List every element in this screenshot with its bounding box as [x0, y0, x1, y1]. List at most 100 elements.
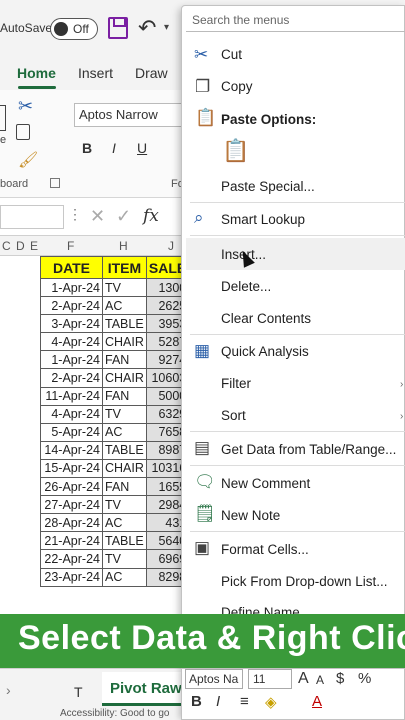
- table-cell[interactable]: 11-Apr-24: [40, 386, 103, 406]
- menu-item-cut[interactable]: Cut: [221, 47, 242, 62]
- insert-function-button[interactable]: fx: [143, 206, 159, 226]
- table-cell[interactable]: TABLE: [102, 440, 147, 460]
- save-icon[interactable]: [108, 17, 128, 39]
- table-cell[interactable]: FAN: [102, 350, 147, 370]
- menu-item-quick-analysis[interactable]: Quick Analysis: [221, 344, 309, 359]
- table-cell[interactable]: 4-Apr-24: [40, 332, 103, 352]
- tab-draw[interactable]: Draw: [135, 65, 168, 81]
- menu-item-format-cells[interactable]: Format Cells...: [221, 542, 309, 557]
- table-cell[interactable]: AC: [102, 567, 147, 587]
- table-cell[interactable]: TV: [102, 549, 147, 569]
- decrease-font-button[interactable]: A: [316, 673, 324, 687]
- name-box[interactable]: [0, 205, 64, 229]
- table-cell[interactable]: 14-Apr-24: [40, 440, 103, 460]
- table-cell[interactable]: 23-Apr-24: [40, 567, 103, 587]
- sheet-tab-active[interactable]: Pivot Raw: [102, 672, 188, 706]
- autosave-toggle[interactable]: Off: [50, 18, 98, 40]
- format-painter-icon[interactable]: 🖌: [18, 150, 38, 170]
- table-row: 2-Apr-24 AC 2625: [40, 296, 190, 316]
- menu-item-new-comment[interactable]: New Comment: [221, 476, 310, 491]
- copy-icon[interactable]: [16, 124, 30, 140]
- table-cell[interactable]: TV: [102, 404, 147, 424]
- sheet-tab-partial[interactable]: T: [74, 684, 83, 700]
- table-cell[interactable]: 27-Apr-24: [40, 495, 103, 515]
- menu-item-delete[interactable]: Delete...: [221, 279, 271, 294]
- underline-button[interactable]: U: [137, 140, 147, 156]
- menu-item-copy[interactable]: Copy: [221, 79, 253, 94]
- font-color-button[interactable]: A: [312, 693, 322, 710]
- table-cell[interactable]: 2-Apr-24: [40, 368, 103, 388]
- chevron-right-icon[interactable]: ›: [6, 682, 11, 698]
- table-cell[interactable]: TV: [102, 277, 147, 298]
- quick-analysis-icon: ▦: [194, 341, 211, 360]
- undo-icon[interactable]: ↶: [138, 15, 156, 41]
- header-cell[interactable]: ITEM: [102, 256, 147, 279]
- table-cell[interactable]: FAN: [102, 477, 147, 497]
- column-header[interactable]: F: [67, 239, 74, 253]
- menu-divider: [190, 202, 405, 203]
- table-cell[interactable]: 2-Apr-24: [40, 296, 103, 316]
- menu-item-filter[interactable]: Filter: [221, 376, 251, 391]
- column-header[interactable]: J: [168, 239, 174, 253]
- mini-bold-button[interactable]: B: [191, 693, 202, 710]
- menu-item-paste-special[interactable]: Paste Special...: [221, 179, 315, 194]
- table-cell[interactable]: AC: [102, 422, 147, 442]
- menu-divider: [190, 235, 405, 236]
- table-cell[interactable]: TV: [102, 495, 147, 515]
- menu-divider: [190, 531, 405, 532]
- column-header[interactable]: D: [16, 239, 25, 253]
- tab-home[interactable]: Home: [17, 65, 56, 81]
- more-icon[interactable]: ⋮: [68, 206, 82, 223]
- header-cell[interactable]: DATE: [40, 256, 103, 279]
- paste-icon[interactable]: [0, 105, 6, 131]
- bold-button[interactable]: B: [82, 140, 92, 156]
- table-cell[interactable]: CHAIR: [102, 458, 147, 479]
- fill-color-icon[interactable]: ◈: [265, 693, 277, 711]
- table-cell[interactable]: 3-Apr-24: [40, 314, 103, 334]
- chevron-down-icon[interactable]: ▾: [164, 22, 169, 33]
- menu-item-smart-lookup[interactable]: Smart Lookup: [221, 212, 305, 227]
- table-cell[interactable]: 1-Apr-24: [40, 277, 103, 298]
- dialog-launcher-icon[interactable]: [50, 178, 60, 188]
- table-cell[interactable]: TABLE: [102, 531, 147, 551]
- table-cell[interactable]: CHAIR: [102, 332, 147, 352]
- menu-item-get-data[interactable]: Get Data from Table/Range...: [221, 442, 396, 457]
- menu-item-sort[interactable]: Sort: [221, 408, 246, 423]
- menu-item-new-note[interactable]: New Note: [221, 508, 280, 523]
- table-cell[interactable]: CHAIR: [102, 368, 147, 388]
- mini-font-box[interactable]: Aptos Na: [185, 669, 243, 689]
- tab-insert[interactable]: Insert: [78, 65, 113, 81]
- table-cell[interactable]: AC: [102, 513, 147, 533]
- mini-size-box[interactable]: 11: [248, 669, 292, 689]
- table-cell[interactable]: FAN: [102, 386, 147, 406]
- table-cell[interactable]: 1-Apr-24: [40, 350, 103, 370]
- cancel-icon[interactable]: ✕: [90, 206, 105, 227]
- currency-button[interactable]: $: [336, 670, 344, 687]
- table-cell[interactable]: 15-Apr-24: [40, 458, 103, 479]
- increase-font-button[interactable]: A: [298, 670, 309, 688]
- menu-item-pick-list[interactable]: Pick From Drop-down List...: [221, 574, 388, 589]
- column-header[interactable]: E: [30, 239, 38, 253]
- table-cell[interactable]: 22-Apr-24: [40, 549, 103, 569]
- table-cell[interactable]: 26-Apr-24: [40, 477, 103, 497]
- menu-search-input[interactable]: Search the menus: [186, 10, 405, 32]
- scissors-icon[interactable]: ✂: [18, 96, 33, 117]
- table-cell[interactable]: TABLE: [102, 314, 147, 334]
- column-header[interactable]: C: [2, 239, 11, 253]
- percent-button[interactable]: %: [358, 670, 371, 687]
- paste-label: e: [0, 134, 7, 146]
- font-name-box[interactable]: Aptos Narrow: [74, 103, 194, 127]
- mini-italic-button[interactable]: I: [216, 693, 220, 710]
- menu-item-clear-contents[interactable]: Clear Contents: [221, 311, 311, 326]
- data-table[interactable]: DATE ITEM SALE 1-Apr-24 TV 1300 2-Apr-24 AC 2…: [40, 256, 190, 587]
- enter-icon[interactable]: ✓: [116, 206, 131, 227]
- table-cell[interactable]: 5-Apr-24: [40, 422, 103, 442]
- table-cell[interactable]: 21-Apr-24: [40, 531, 103, 551]
- paste-clipboard-icon[interactable]: 📋: [222, 138, 249, 164]
- align-center-button[interactable]: ≡: [240, 693, 249, 710]
- column-header[interactable]: H: [119, 239, 128, 253]
- table-cell[interactable]: AC: [102, 296, 147, 316]
- italic-button[interactable]: I: [112, 140, 116, 156]
- table-cell[interactable]: 4-Apr-24: [40, 404, 103, 424]
- table-cell[interactable]: 28-Apr-24: [40, 513, 103, 533]
